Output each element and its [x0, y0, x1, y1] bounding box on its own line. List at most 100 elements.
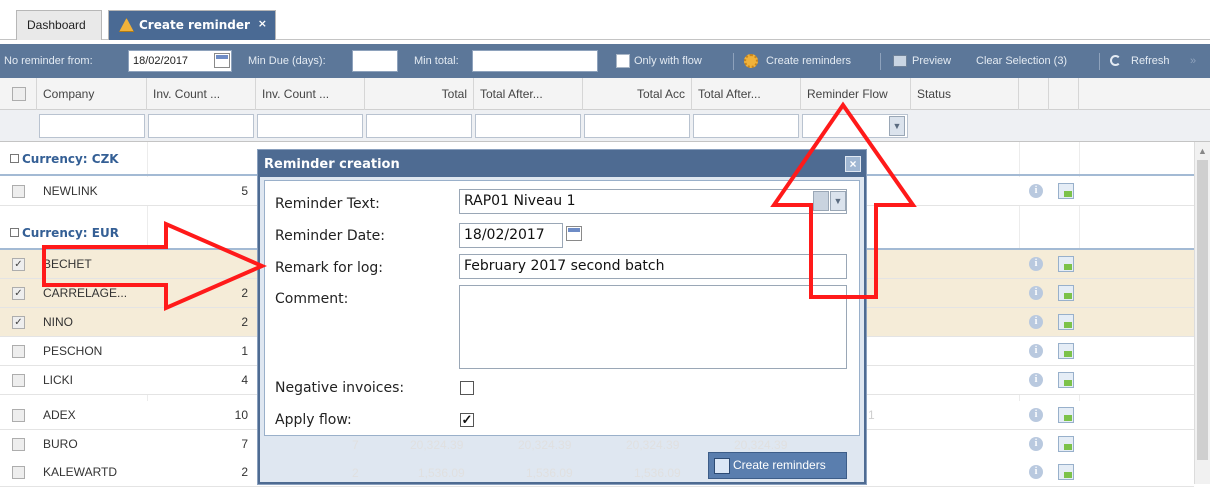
filter-company[interactable] [39, 114, 145, 138]
row-checkbox[interactable]: ✓ [12, 258, 25, 271]
document-icon[interactable] [1058, 256, 1074, 272]
collapse-icon[interactable] [10, 154, 19, 163]
clear-icon[interactable] [813, 191, 829, 211]
filter-total[interactable] [366, 114, 472, 138]
document-icon[interactable] [1058, 183, 1074, 199]
toolbar-separator [880, 53, 881, 70]
info-icon[interactable]: i [1029, 257, 1043, 271]
row-checkbox[interactable] [12, 438, 25, 451]
comment-textarea[interactable] [459, 285, 847, 369]
document-icon[interactable] [1058, 436, 1074, 452]
min-due-label: Min Due (days): [248, 55, 326, 67]
header-select-all[interactable] [0, 78, 37, 110]
background-value: 20,324.39 [410, 438, 464, 452]
select-all-checkbox[interactable] [12, 87, 26, 101]
document-icon[interactable] [1058, 343, 1074, 359]
column-header-status[interactable]: Status [911, 78, 1019, 110]
row-company: PESCHON [43, 344, 103, 358]
background-value: 20,324.39 [518, 438, 572, 452]
column-header-total-after-1[interactable]: Total After... [474, 78, 583, 110]
calendar-icon[interactable] [566, 226, 582, 241]
row-checkbox[interactable]: ✓ [12, 316, 25, 329]
background-value: 20,324.39 [626, 438, 680, 452]
row-checkbox[interactable] [12, 345, 25, 358]
info-icon[interactable]: i [1029, 437, 1043, 451]
filter-reminder-flow[interactable]: ▼ [802, 114, 908, 138]
min-total-label: Min total: [414, 55, 459, 67]
row-checkbox[interactable] [12, 409, 25, 422]
filter-total-acc[interactable] [584, 114, 690, 138]
column-header-reminder-flow[interactable]: Reminder Flow [801, 78, 911, 110]
background-value: 2 [352, 466, 359, 480]
row-checkbox[interactable] [12, 374, 25, 387]
create-reminders-button[interactable]: Create reminders [708, 452, 847, 479]
clear-selection-button[interactable]: Clear Selection (3) [976, 55, 1067, 67]
tab-dashboard[interactable]: Dashboard [16, 10, 102, 40]
filter-inv-count-2[interactable] [257, 114, 363, 138]
reminder-text-select[interactable]: RAP01 Niveau 1 [459, 189, 847, 214]
reminder-date-input[interactable]: 18/02/2017 [459, 223, 563, 248]
vertical-scrollbar[interactable]: ▲ [1194, 142, 1210, 484]
document-icon[interactable] [1058, 314, 1074, 330]
only-with-flow-checkbox[interactable] [616, 54, 630, 68]
toolbar: No reminder from: 18/02/2017 Min Due (da… [0, 44, 1210, 78]
row-checkbox[interactable] [12, 185, 25, 198]
group-label: Currency: EUR [22, 226, 119, 240]
close-icon[interactable]: × [845, 156, 861, 172]
column-header-info [1019, 78, 1049, 110]
close-icon[interactable]: × [258, 10, 267, 38]
filter-total-after-1[interactable] [475, 114, 581, 138]
info-icon[interactable]: i [1029, 408, 1043, 422]
no-reminder-label: No reminder from: [4, 55, 93, 67]
dialog-title[interactable]: Reminder creation [260, 152, 864, 177]
filter-row: ▼ [0, 110, 1210, 142]
calendar-icon[interactable] [214, 53, 230, 68]
reminder-date-label: Reminder Date: [275, 228, 385, 244]
scroll-up-icon[interactable]: ▲ [1198, 146, 1207, 156]
tab-create-reminder[interactable]: Create reminder × [108, 10, 276, 40]
info-icon[interactable]: i [1029, 373, 1043, 387]
negative-invoices-checkbox[interactable] [460, 381, 474, 395]
scrollbar-thumb[interactable] [1197, 160, 1208, 460]
info-icon[interactable]: i [1029, 184, 1043, 198]
info-icon[interactable]: i [1029, 315, 1043, 329]
info-icon[interactable]: i [1029, 344, 1043, 358]
dialog-form: Reminder Text: RAP01 Niveau 1 ▼ Reminder… [264, 180, 860, 436]
chevron-down-icon[interactable]: ▼ [889, 116, 905, 136]
apply-flow-checkbox[interactable]: ✓ [460, 413, 474, 427]
chevron-down-icon[interactable]: ▼ [830, 191, 846, 211]
row-checkbox[interactable] [12, 466, 25, 479]
info-icon[interactable]: i [1029, 465, 1043, 479]
document-icon[interactable] [1058, 285, 1074, 301]
column-header-total[interactable]: Total [365, 78, 474, 110]
background-value: 1,536.09 [634, 466, 681, 480]
remark-input[interactable]: February 2017 second batch [459, 254, 847, 279]
row-reminder-flow: 1 [868, 408, 875, 422]
document-icon[interactable] [1058, 407, 1074, 423]
create-reminders-toolbar-button[interactable]: Create reminders [766, 55, 851, 67]
document-icon[interactable] [1058, 372, 1074, 388]
toolbar-separator [1099, 53, 1100, 70]
row-checkbox[interactable]: ✓ [12, 287, 25, 300]
column-header-total-after-2[interactable]: Total After... [692, 78, 801, 110]
column-header-total-acc[interactable]: Total Acc [583, 78, 692, 110]
refresh-button[interactable]: Refresh [1131, 55, 1170, 67]
document-icon[interactable] [1058, 464, 1074, 480]
info-icon[interactable]: i [1029, 286, 1043, 300]
collapse-icon[interactable] [10, 228, 19, 237]
toolbar-overflow-button[interactable]: » [1190, 55, 1196, 67]
row-company: BURO [43, 437, 78, 451]
tab-create-reminder-label: Create reminder [139, 18, 250, 32]
row-company: KALEWARTD [43, 465, 118, 479]
preview-button[interactable]: Preview [912, 55, 951, 67]
min-due-input[interactable] [352, 50, 398, 72]
row-inv-count: 2 [241, 315, 248, 329]
column-header-inv-count-1[interactable]: Inv. Count ... [147, 78, 256, 110]
row-company: NEWLINK [43, 184, 98, 198]
column-header-company[interactable]: Company [37, 78, 147, 110]
row-inv-count: 5 [241, 184, 248, 198]
column-header-inv-count-2[interactable]: Inv. Count ... [256, 78, 365, 110]
filter-inv-count-1[interactable] [148, 114, 254, 138]
filter-total-after-2[interactable] [693, 114, 799, 138]
min-total-input[interactable] [472, 50, 598, 72]
